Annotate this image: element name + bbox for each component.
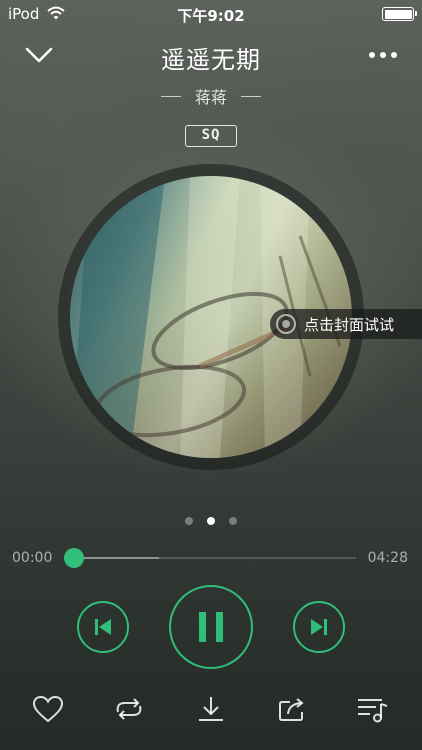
skip-next-icon	[311, 619, 327, 635]
progress-buffer	[74, 557, 159, 559]
download-icon	[199, 697, 223, 721]
page-dot[interactable]	[185, 517, 193, 525]
artist-name[interactable]: 蒋蒋	[195, 84, 227, 108]
share-button[interactable]	[275, 693, 309, 725]
repeat-icon	[116, 698, 142, 720]
battery-icon	[382, 7, 417, 21]
clock: 下午9:02	[177, 7, 245, 25]
cover-hint[interactable]: 点击封面试试	[270, 309, 422, 339]
heart-icon	[32, 695, 64, 723]
progress-track[interactable]	[74, 557, 356, 559]
quality-badge: SQ	[185, 125, 237, 147]
like-button[interactable]	[31, 693, 65, 725]
loop-button[interactable]	[112, 693, 146, 725]
song-title: 遥遥无期	[161, 46, 261, 74]
page-indicator	[0, 517, 422, 525]
record-icon	[276, 314, 296, 334]
total-time: 04:28	[367, 550, 408, 566]
more-button[interactable]	[366, 42, 400, 68]
more-dots-icon	[369, 52, 397, 58]
previous-button[interactable]	[77, 601, 129, 653]
divider-left	[160, 95, 181, 97]
page-dot[interactable]	[229, 517, 237, 525]
download-button[interactable]	[194, 693, 228, 725]
skip-previous-icon	[95, 619, 111, 635]
artist-row: 蒋蒋	[0, 84, 422, 108]
status-bar: iPod 下午9:02	[0, 0, 422, 28]
pause-icon	[199, 612, 223, 642]
page-dot-active[interactable]	[207, 517, 215, 525]
playlist-button[interactable]	[356, 693, 390, 725]
pause-button[interactable]	[169, 585, 253, 669]
playlist-icon	[358, 699, 388, 723]
divider-right	[241, 95, 261, 97]
current-time: 00:00	[12, 550, 53, 566]
share-icon	[279, 698, 304, 721]
progress-knob[interactable]	[64, 548, 84, 568]
cover-hint-text: 点击封面试试	[304, 315, 395, 334]
next-button[interactable]	[293, 601, 345, 653]
